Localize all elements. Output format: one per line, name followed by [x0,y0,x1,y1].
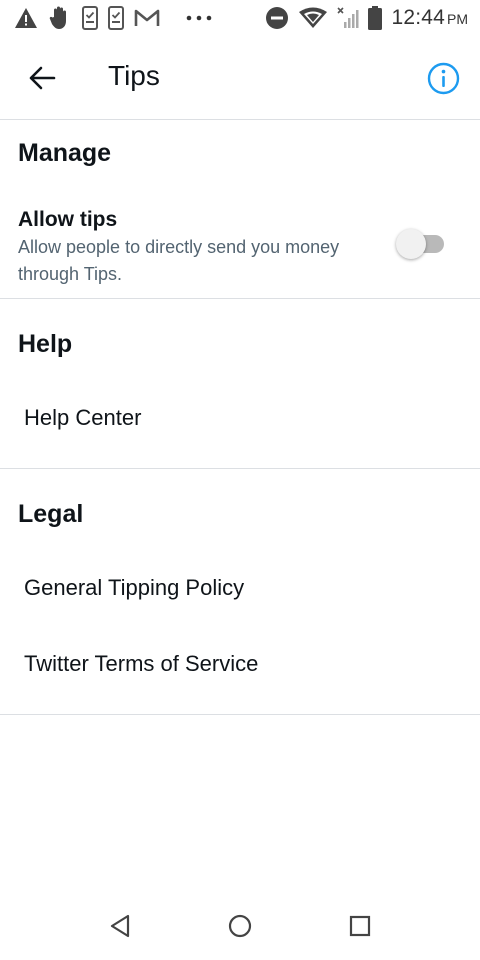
more-dots-icon [186,15,212,21]
status-time-ampm: PM [447,11,468,27]
app-header: Tips [0,36,480,120]
allow-tips-description: Allow people to directly send you money … [18,237,340,284]
arrow-left-icon [28,66,56,90]
back-triangle-icon [108,914,132,938]
twitter-terms-of-service-link[interactable]: Twitter Terms of Service [0,632,480,696]
allow-tips-title: Allow tips [18,208,118,231]
section-title-help: Help [18,330,73,358]
nav-recents-button[interactable] [346,912,374,940]
info-button[interactable] [427,62,460,95]
status-time-value: 12:44 [391,6,445,29]
status-time: 12:44 PM [391,6,468,30]
toggle-knob [396,229,426,259]
do-not-disturb-icon [265,6,289,30]
gmail-icon [134,8,160,28]
home-circle-icon [228,914,252,938]
divider [0,714,480,715]
help-center-link[interactable]: Help Center [0,386,480,450]
battery-icon [368,6,383,30]
signal-icon [337,6,359,30]
warning-icon [14,7,38,29]
status-bar-notifications [14,5,212,31]
nav-home-button[interactable] [226,912,254,940]
section-title-manage: Manage [18,139,112,167]
nav-back-button[interactable] [106,912,134,940]
page-title: Tips [108,60,160,91]
allow-tips-toggle[interactable] [396,229,448,259]
recents-square-icon [349,915,371,937]
system-nav-bar [0,890,480,960]
status-bar: 12:44 PM [0,0,480,36]
status-bar-system: 12:44 PM [265,6,468,30]
back-button[interactable] [26,64,58,92]
phone-check-icon [108,6,124,30]
hand-icon [48,5,72,31]
info-icon [427,62,460,95]
general-tipping-policy-link[interactable]: General Tipping Policy [0,556,480,620]
divider [0,468,480,469]
phone-check-icon [82,6,98,30]
divider [0,298,480,299]
section-title-legal: Legal [18,500,84,528]
wifi-icon [298,7,328,29]
